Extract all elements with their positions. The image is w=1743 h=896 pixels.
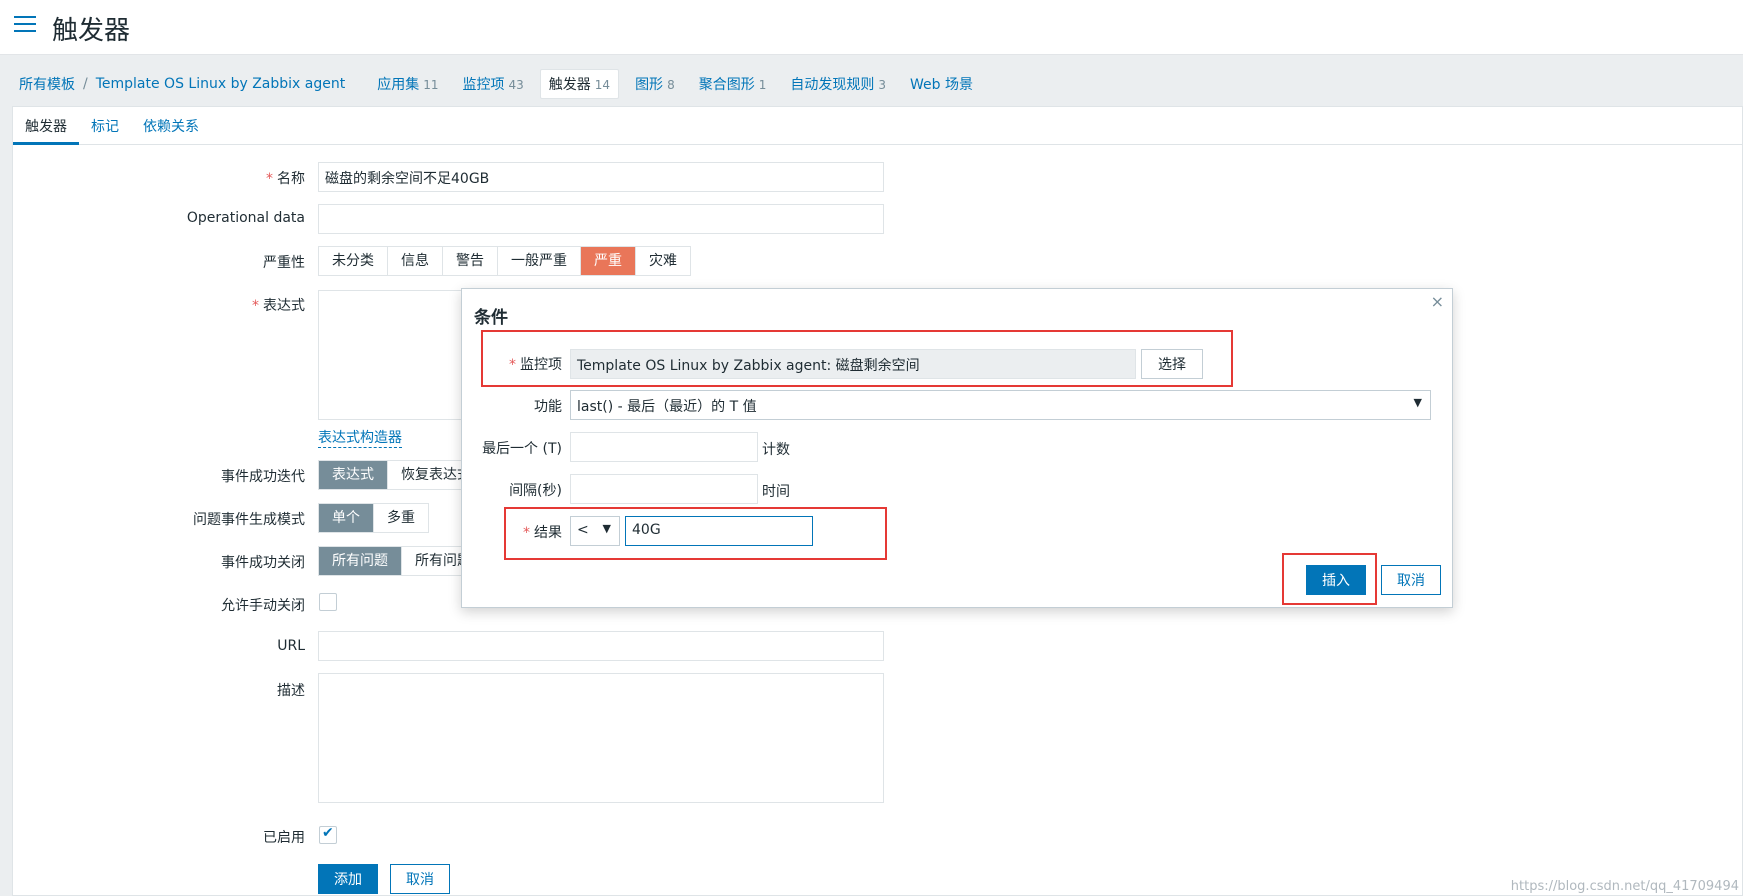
severity-high[interactable]: 严重 — [581, 247, 636, 275]
chevron-down-icon: ▼ — [1413, 396, 1422, 409]
last-t-unit: 计数 — [762, 442, 790, 458]
expression-builder-link[interactable]: 表达式构造器 — [318, 427, 402, 448]
last-t-label: 最后一个 (T) — [482, 441, 562, 457]
template-nav: 应用集 11 监控项 43 触发器 14 图形 8 聚合图形 1 自动发现规则 3 Web … — [369, 69, 989, 99]
chevron-down-icon: ▼ — [602, 522, 611, 535]
breadcrumb: 所有模板 / Template OS Linux by Zabbix agent… — [0, 64, 1743, 104]
breadcrumb-template[interactable]: Template OS Linux by Zabbix agent — [96, 76, 346, 92]
header-bar: 触发器 — [0, 0, 1743, 55]
breadcrumb-all-templates[interactable]: 所有模板 — [19, 74, 75, 94]
nav-count: 43 — [508, 78, 524, 92]
severity-disaster[interactable]: 灾难 — [636, 247, 690, 275]
nav-count: 3 — [878, 78, 886, 92]
nav-screens[interactable]: 聚合图形 1 — [691, 70, 775, 98]
required-marker: * — [523, 525, 530, 541]
nav-count: 8 — [667, 78, 675, 92]
nav-label: Web 场景 — [909, 77, 973, 93]
ok-event-label: 事件成功迭代 — [221, 469, 305, 485]
nav-triggers[interactable]: 触发器 14 — [539, 69, 620, 99]
item-label: * 监控项 — [492, 354, 562, 374]
ok-close-all-problems[interactable]: 所有问题 — [319, 547, 402, 575]
cancel-button[interactable]: 取消 — [390, 864, 450, 894]
nav-label: 触发器 — [548, 77, 591, 93]
watermark: https://blog.csdn.net/qq_41709494 — [1510, 879, 1739, 894]
insert-button[interactable]: 插入 — [1306, 565, 1366, 595]
name-label-text: 名称 — [277, 171, 305, 187]
required-marker: * — [509, 357, 516, 373]
result-label-text: 结果 — [534, 525, 562, 541]
last-t-input[interactable] — [570, 432, 758, 462]
enabled-label: 已启用 — [263, 830, 305, 846]
tab-dependencies[interactable]: 依赖关系 — [131, 107, 211, 145]
manual-close-label: 允许手动关闭 — [221, 598, 305, 614]
problem-mode-label: 问题事件生成模式 — [193, 512, 305, 528]
close-icon[interactable]: × — [1431, 292, 1444, 311]
tab-bar: 触发器 标记 依赖关系 — [13, 107, 1742, 145]
function-label: 功能 — [534, 399, 562, 415]
ok-event-selector: 表达式 恢复表达式 — [318, 460, 485, 490]
severity-average[interactable]: 一般严重 — [498, 247, 581, 275]
nav-items[interactable]: 监控项 43 — [455, 70, 532, 98]
breadcrumb-separator: / — [83, 76, 88, 92]
tab-trigger[interactable]: 触发器 — [13, 107, 79, 145]
opdata-input[interactable] — [318, 204, 884, 234]
nav-count: 11 — [423, 78, 439, 92]
required-marker: * — [252, 298, 259, 314]
description-label: 描述 — [277, 683, 305, 699]
description-textarea[interactable] — [318, 673, 884, 803]
hamburger-menu-icon[interactable] — [14, 16, 36, 34]
result-label: * 结果 — [492, 522, 562, 542]
nav-label: 监控项 — [462, 77, 505, 93]
nav-label: 图形 — [635, 77, 664, 93]
add-button[interactable]: 添加 — [318, 864, 378, 894]
opdata-label: Operational data — [186, 210, 305, 226]
ok-event-expression[interactable]: 表达式 — [319, 461, 388, 489]
nav-discovery-rules[interactable]: 自动发现规则 3 — [782, 70, 894, 98]
nav-applications[interactable]: 应用集 11 — [369, 70, 446, 98]
nav-label: 自动发现规则 — [790, 77, 875, 93]
severity-label: 严重性 — [263, 255, 305, 271]
name-input[interactable]: 磁盘的剩余空间不足40GB — [318, 162, 884, 192]
severity-not-classified[interactable]: 未分类 — [319, 247, 388, 275]
operator-value: < — [577, 522, 589, 538]
severity-selector: 未分类 信息 警告 一般严重 严重 灾难 — [318, 246, 691, 276]
problem-mode-single[interactable]: 单个 — [319, 504, 374, 532]
nav-count: 1 — [758, 78, 767, 92]
ok-close-selector: 所有问题 所有问题 — [318, 546, 485, 576]
result-input[interactable]: 40G — [625, 516, 813, 546]
function-select[interactable]: last() - 最后（最近）的 T 值 ▼ — [570, 390, 1431, 420]
enabled-checkbox[interactable] — [319, 825, 337, 844]
problem-mode-selector: 单个 多重 — [318, 503, 429, 533]
nav-count: 14 — [594, 78, 611, 92]
operator-select[interactable]: < ▼ — [570, 516, 620, 546]
interval-unit: 时间 — [762, 484, 790, 500]
severity-information[interactable]: 信息 — [388, 247, 443, 275]
dialog-title: 条件 — [474, 308, 508, 328]
function-value: last() - 最后（最近）的 T 值 — [577, 399, 757, 415]
item-input: Template OS Linux by Zabbix agent: 磁盘剩余空… — [570, 349, 1136, 379]
expression-label-text: 表达式 — [263, 298, 305, 314]
interval-input[interactable] — [570, 474, 758, 504]
severity-warning[interactable]: 警告 — [443, 247, 498, 275]
problem-mode-multiple[interactable]: 多重 — [374, 504, 428, 532]
interval-label: 间隔(秒) — [509, 483, 562, 499]
condition-dialog: 条件 × * 监控项 Template OS Linux by Zabbix ag… — [461, 288, 1453, 608]
nav-label: 聚合图形 — [698, 77, 755, 93]
name-label: * 名称 — [266, 168, 305, 188]
nav-graphs[interactable]: 图形 8 — [627, 70, 683, 98]
manual-close-checkbox[interactable] — [319, 593, 337, 611]
item-label-text: 监控项 — [520, 357, 562, 373]
tab-tags[interactable]: 标记 — [79, 107, 131, 145]
nav-web-scenarios[interactable]: Web 场景 — [902, 70, 981, 98]
dialog-cancel-button[interactable]: 取消 — [1381, 565, 1441, 595]
expression-label: * 表达式 — [252, 295, 305, 315]
page-title: 触发器 — [52, 16, 131, 46]
url-input[interactable] — [318, 631, 884, 661]
required-marker: * — [266, 171, 273, 187]
nav-label: 应用集 — [377, 77, 420, 93]
url-label: URL — [277, 638, 305, 654]
ok-close-label: 事件成功关闭 — [221, 555, 305, 571]
select-item-button[interactable]: 选择 — [1141, 349, 1203, 379]
